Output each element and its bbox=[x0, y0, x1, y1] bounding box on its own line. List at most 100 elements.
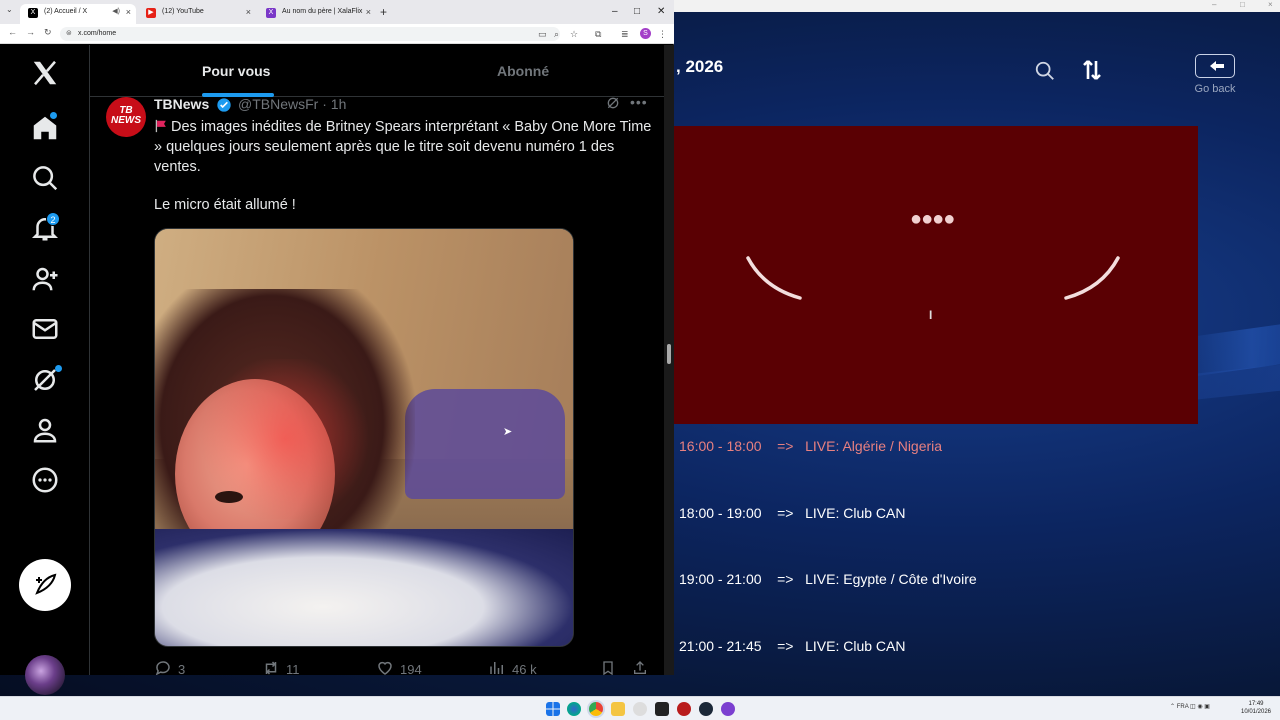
bookmark-icon bbox=[603, 661, 613, 675]
tab-for-you[interactable]: Pour vous bbox=[202, 63, 270, 79]
clock-time: 17:49 bbox=[1248, 701, 1264, 707]
schedule-time: 19:00 - 21:00 bbox=[679, 571, 762, 587]
close-tab-icon[interactable]: × bbox=[126, 4, 131, 20]
post-button[interactable] bbox=[19, 559, 71, 611]
url-text: x.com/home bbox=[78, 30, 117, 37]
taskbar-clock[interactable]: 17:49 10/01/2026 bbox=[1236, 700, 1276, 716]
bookmark-button[interactable] bbox=[600, 659, 622, 675]
reply-icon bbox=[155, 661, 170, 675]
account-avatar[interactable] bbox=[25, 655, 65, 695]
schedule-arrow: => bbox=[777, 505, 794, 521]
schedule-event: LIVE: Algérie / Nigeria bbox=[805, 438, 943, 454]
separator-dot: · bbox=[322, 96, 327, 112]
chrome-icon[interactable] bbox=[589, 702, 603, 716]
maximize-icon[interactable]: □ bbox=[1240, 0, 1245, 10]
app-icon-purple[interactable] bbox=[721, 702, 735, 716]
timeline-tabs: Pour vous Abonné bbox=[90, 45, 664, 97]
share-button[interactable] bbox=[632, 659, 654, 675]
repost-icon bbox=[265, 661, 277, 675]
app-icon-red[interactable] bbox=[677, 702, 691, 716]
verified-badge-icon bbox=[217, 98, 231, 112]
tab-following[interactable]: Abonné bbox=[497, 63, 549, 79]
extensions-icon[interactable]: ⧉ bbox=[595, 28, 601, 40]
close-tab-icon[interactable]: × bbox=[246, 4, 251, 20]
cast-icon[interactable]: ▭ bbox=[538, 28, 547, 40]
search-icon[interactable] bbox=[30, 163, 60, 193]
steam-icon[interactable] bbox=[699, 702, 713, 716]
grok-explain-icon[interactable] bbox=[605, 95, 621, 111]
back-icon[interactable]: ← bbox=[8, 27, 17, 37]
schedule-arrow: => bbox=[777, 571, 794, 587]
schedule-row[interactable]: 18:00 - 19:00 => LIVE: Club CAN bbox=[679, 505, 905, 521]
sort-icon[interactable] bbox=[1080, 58, 1104, 82]
bookmark-star-icon[interactable]: ☆ bbox=[570, 28, 578, 40]
menu-icon[interactable]: ⋮ bbox=[658, 28, 667, 40]
more-icon[interactable] bbox=[30, 465, 60, 495]
mouse-cursor-icon: ➤ bbox=[503, 426, 513, 438]
browser-toolbar: ← → ↻ ⊜ x.com/home ▭ ⌕ ☆ ⧉ ≣ ⋮ bbox=[0, 24, 674, 44]
new-tab-button[interactable]: + bbox=[380, 5, 387, 19]
like-count: 194 bbox=[400, 662, 422, 675]
tweet-handle[interactable]: @TBNewsFr · 1h bbox=[238, 96, 346, 112]
repost-button[interactable]: 11 bbox=[262, 659, 300, 675]
sidepanel-icon[interactable]: ≣ bbox=[621, 28, 629, 40]
home-notification-dot bbox=[50, 112, 57, 119]
address-bar[interactable]: ⊜ x.com/home bbox=[60, 27, 560, 41]
views-bars-icon bbox=[490, 662, 503, 674]
go-back-button[interactable] bbox=[1195, 54, 1235, 78]
schedule-arrow: => bbox=[777, 638, 794, 654]
schedule-row[interactable]: 21:00 - 21:45 => LIVE: Club CAN bbox=[679, 638, 905, 654]
x-logo-icon[interactable] bbox=[30, 58, 60, 88]
profile-icon[interactable] bbox=[30, 415, 60, 445]
scrollbar-thumb[interactable] bbox=[667, 344, 671, 364]
tab-label: (2) Accueil / X bbox=[44, 8, 88, 15]
system-tray[interactable]: ⌃ FRA ◫ ◉ ▣ bbox=[1170, 703, 1210, 710]
heart-icon bbox=[378, 661, 392, 675]
schedule-row[interactable]: 19:00 - 21:00 => LIVE: Egypte / Côte d'I… bbox=[679, 571, 977, 587]
minimize-icon[interactable]: – bbox=[1212, 0, 1216, 10]
tweet-video[interactable]: ➤ bbox=[154, 228, 574, 647]
media-player-icon[interactable] bbox=[633, 702, 647, 716]
forward-icon[interactable]: → bbox=[26, 27, 35, 37]
red-flag-icon bbox=[155, 119, 166, 133]
file-explorer-icon[interactable] bbox=[611, 702, 625, 716]
video-player[interactable]: ●●●● I bbox=[674, 126, 1198, 424]
profile-avatar[interactable]: S bbox=[640, 28, 651, 39]
x-favicon-icon: X bbox=[28, 8, 38, 18]
reply-button[interactable]: 3 bbox=[154, 659, 185, 675]
schedule-row[interactable]: 16:00 - 18:00 => LIVE: Algérie / Nigeria bbox=[679, 438, 942, 454]
windows-start-icon[interactable] bbox=[546, 702, 560, 716]
repost-count: 11 bbox=[286, 662, 300, 675]
tweet-text-line2: Le micro était allumé ! bbox=[154, 197, 296, 213]
site-info-icon[interactable]: ⊜ bbox=[66, 27, 72, 41]
like-button[interactable]: 194 bbox=[376, 659, 422, 675]
maximize-button[interactable]: □ bbox=[634, 5, 640, 19]
edge-icon[interactable] bbox=[567, 702, 581, 716]
terminal-icon[interactable] bbox=[655, 702, 669, 716]
tweet-time: 1h bbox=[330, 96, 347, 112]
tab-search-icon[interactable]: ⌄ bbox=[6, 5, 13, 14]
schedule-event: LIVE: Club CAN bbox=[805, 505, 906, 521]
x-timeline: ➤ TB NEWS TBNews @TBNewsFr · 1h ••• Des … bbox=[90, 45, 664, 675]
close-window-button[interactable]: ✕ bbox=[657, 5, 665, 19]
search-icon[interactable] bbox=[1034, 60, 1056, 82]
tweet-author-avatar[interactable]: TB NEWS bbox=[106, 97, 146, 137]
zoom-icon[interactable]: ⌕ bbox=[554, 28, 559, 40]
tab-x-home[interactable]: X (2) Accueil / X ◀) × bbox=[20, 4, 136, 24]
go-back-label: Go back bbox=[1194, 83, 1236, 95]
tab-xalaflix[interactable]: X Au nom du père | XalaFlix × bbox=[258, 4, 376, 24]
reload-icon[interactable]: ↻ bbox=[44, 27, 52, 38]
mail-icon[interactable] bbox=[30, 314, 60, 344]
close-icon[interactable]: × bbox=[1268, 0, 1273, 10]
views-button[interactable]: 46 k bbox=[488, 659, 537, 675]
speaker-icon[interactable]: ◀) bbox=[112, 4, 120, 20]
date-heading: , 2026 bbox=[676, 57, 724, 76]
tweet-author-name[interactable]: TBNews bbox=[154, 96, 209, 112]
text-cursor-icon: I bbox=[929, 308, 933, 322]
notifications-badge: 2 bbox=[46, 212, 60, 226]
tab-youtube[interactable]: ▶ (12) YouTube × bbox=[138, 4, 256, 24]
follow-people-icon[interactable] bbox=[30, 264, 60, 294]
close-tab-icon[interactable]: × bbox=[366, 4, 371, 20]
minimize-button[interactable]: – bbox=[612, 5, 618, 19]
language-indicator[interactable]: FRA bbox=[1177, 704, 1189, 710]
